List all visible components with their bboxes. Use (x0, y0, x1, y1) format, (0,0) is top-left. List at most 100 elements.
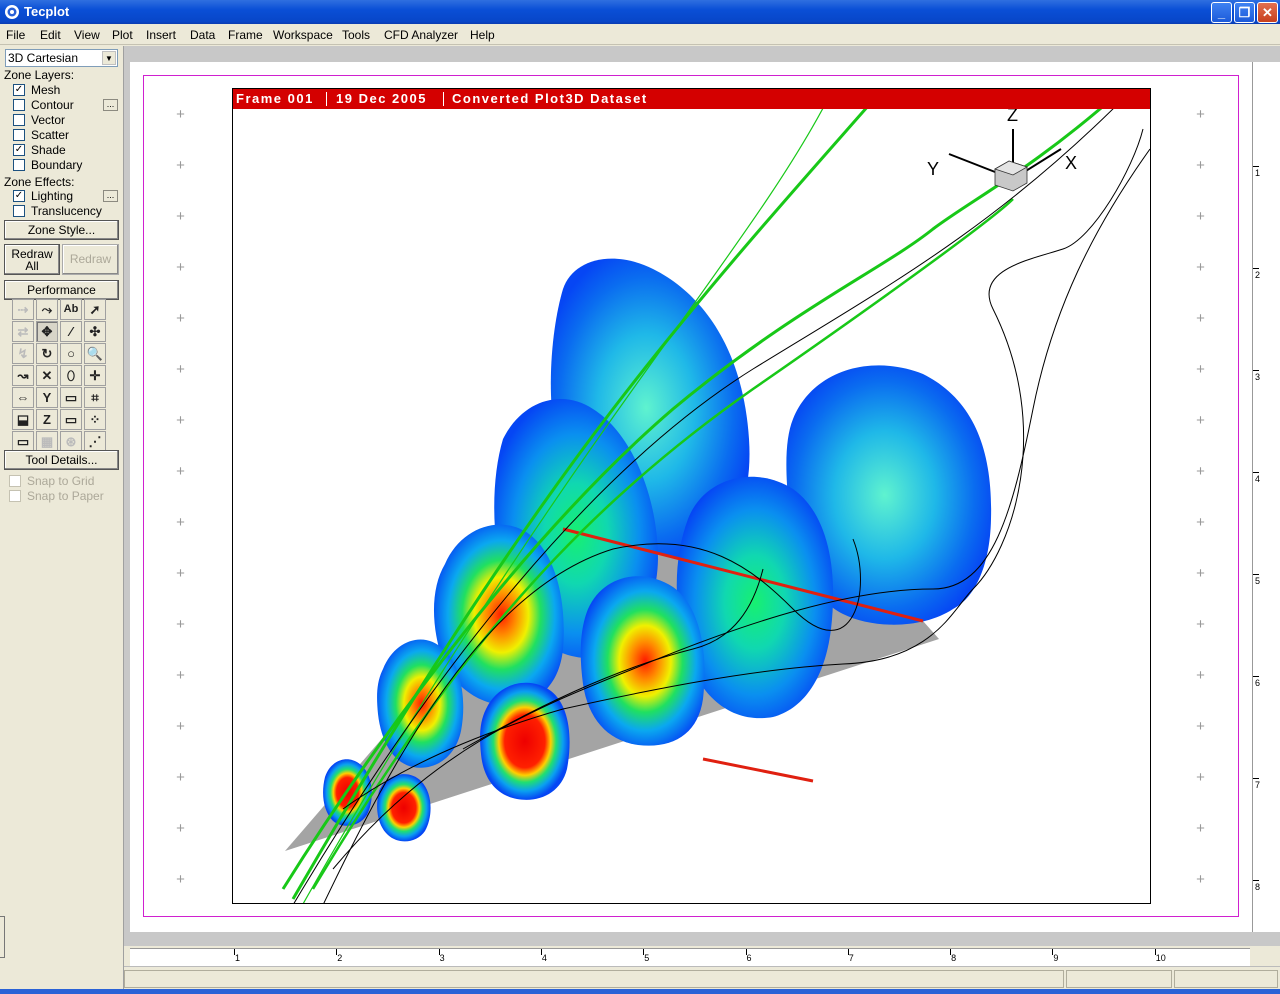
tool-21-icon[interactable]: Z (36, 409, 58, 430)
performance-button[interactable]: Performance (4, 280, 119, 300)
grid-marker: + (1196, 157, 1205, 174)
menu-file[interactable]: File (6, 28, 25, 42)
menu-plot[interactable]: Plot (112, 28, 133, 42)
vector-checkbox[interactable] (13, 114, 25, 126)
grid-marker: + (176, 820, 185, 837)
menu-workspace[interactable]: Workspace (273, 28, 333, 42)
menu-help[interactable]: Help (470, 28, 495, 42)
ruler-tick (1253, 778, 1259, 779)
ruler-tick (1253, 472, 1259, 473)
ruler-label: 10 (1155, 953, 1166, 963)
tool-0-icon[interactable]: ⇢ (12, 299, 34, 320)
boundary-checkbox[interactable] (13, 159, 25, 171)
tool-4-icon[interactable]: ⇄ (12, 321, 34, 342)
ruler-label: 3 (439, 953, 445, 963)
ruler-label: 9 (1053, 953, 1059, 963)
minimize-button[interactable]: _ (1211, 2, 1232, 23)
grid-marker: + (176, 259, 185, 276)
zone-layers-label: Zone Layers: (4, 68, 75, 82)
line-tool-icon[interactable]: ∕ (60, 321, 82, 342)
grid-marker: + (176, 616, 185, 633)
ruler-label: 2 (1255, 270, 1261, 280)
redraw-all-button[interactable]: Redraw All (4, 244, 60, 275)
scatter-checkbox[interactable] (13, 129, 25, 141)
tecplot-window: Tecplot _ ❐ ✕ File Edit View Plot Insert… (0, 0, 1280, 994)
menu-tools[interactable]: Tools (342, 28, 370, 42)
frame-name: Frame 001 (236, 91, 314, 106)
menu-data[interactable]: Data (190, 28, 215, 42)
grid-marker: + (1196, 208, 1205, 225)
chevron-down-icon[interactable]: ▼ (102, 51, 116, 65)
lighting-checkbox[interactable]: ✓ (13, 190, 25, 202)
selector-arrow-icon[interactable]: ➚ (84, 299, 106, 320)
status-bar (124, 966, 1280, 990)
ruler-label: 5 (1255, 576, 1261, 586)
contour-options-button[interactable]: ... (103, 99, 118, 111)
close-button[interactable]: ✕ (1257, 2, 1278, 23)
snap-paper-checkbox[interactable] (9, 490, 21, 502)
menu-view[interactable]: View (74, 28, 100, 42)
horizontal-ruler: 1 2 3 4 5 6 7 8 9 10 (130, 948, 1250, 966)
ruler-label: 3 (1255, 372, 1261, 382)
grid-marker: + (1196, 769, 1205, 786)
ruler-label: 6 (746, 953, 752, 963)
tecplot-app-icon (5, 5, 19, 19)
tool-20-icon[interactable]: ⬓ (12, 409, 34, 430)
rotate-tool-icon[interactable]: ✥ (36, 321, 58, 342)
tool-16-icon[interactable]: ⇔ (12, 387, 34, 408)
rectangle-tool-icon[interactable]: ▭ (60, 409, 82, 430)
maximize-button[interactable]: ❐ (1234, 2, 1255, 23)
probe-tool-icon[interactable]: ✣ (84, 321, 106, 342)
plot-type-select[interactable]: 3D Cartesian ▼ (5, 49, 118, 67)
tool-details-button[interactable]: Tool Details... (4, 450, 119, 470)
grid-marker: + (1196, 820, 1205, 837)
translate-icon[interactable]: ✛ (84, 365, 106, 386)
frame-tool-icon[interactable]: ▭ (12, 431, 34, 452)
frame-header: Frame 001 19 Dec 2005 Converted Plot3D D… (233, 89, 1150, 109)
ruler-tick (1253, 574, 1259, 575)
snap-grid-checkbox[interactable] (9, 475, 21, 487)
grid-marker: + (176, 565, 185, 582)
circle-tool-icon[interactable]: ○ (60, 343, 82, 364)
paper: + + + + + + + + + + + + + + + + + + + + + + + + + + + + + + + + Frame 0… (130, 62, 1254, 932)
zoom-icon[interactable]: 🔍 (84, 343, 106, 364)
grid-marker: + (1196, 412, 1205, 429)
plot-canvas[interactable]: Z Y X (233, 109, 1150, 904)
sidebar-collapse-handle[interactable] (0, 916, 5, 958)
menu-edit[interactable]: Edit (40, 28, 61, 42)
table-tool-icon[interactable]: ▦ (36, 431, 58, 452)
grid-marker: + (176, 157, 185, 174)
square-tool-icon[interactable]: ▭ (60, 387, 82, 408)
polar-tool-icon[interactable]: ⊛ (60, 431, 82, 452)
zone-style-button[interactable]: Zone Style... (4, 220, 119, 240)
grid-marker: + (176, 463, 185, 480)
tool-8-icon[interactable]: ↯ (12, 343, 34, 364)
shade-checkbox[interactable]: ✓ (13, 144, 25, 156)
frame-date: 19 Dec 2005 (336, 91, 427, 106)
redraw-button[interactable]: Redraw (62, 244, 119, 275)
tool-17-icon[interactable]: Y (36, 387, 58, 408)
workspace[interactable]: + + + + + + + + + + + + + + + + + + + + + + + + + + + + + + + + Frame 0… (124, 46, 1280, 946)
translucency-checkbox[interactable] (13, 205, 25, 217)
text-tool-icon[interactable]: Ab (60, 299, 82, 320)
ruler-label: 6 (1255, 678, 1261, 688)
mesh-checkbox[interactable]: ✓ (13, 84, 25, 96)
menu-insert[interactable]: Insert (146, 28, 176, 42)
grid-marker: + (1196, 259, 1205, 276)
scatter-tool-icon[interactable]: ⁘ (84, 409, 106, 430)
grid-marker: + (176, 667, 185, 684)
tool-13-icon[interactable]: ✕ (36, 365, 58, 386)
ellipse-tool-icon[interactable]: ⬯ (60, 365, 82, 386)
ruler-label: 4 (541, 953, 547, 963)
tool-1-icon[interactable]: ⤳ (36, 299, 58, 320)
menu-cfd-analyzer[interactable]: CFD Analyzer (384, 28, 458, 42)
polyline-tool-icon[interactable]: ⋰ (84, 431, 106, 452)
tool-12-icon[interactable]: ↝ (12, 365, 34, 386)
grid-marker: + (1196, 667, 1205, 684)
grid-tool-icon[interactable]: ⌗ (84, 387, 106, 408)
rotate-cw-icon[interactable]: ↻ (36, 343, 58, 364)
menu-frame[interactable]: Frame (228, 28, 263, 42)
contour-checkbox[interactable] (13, 99, 25, 111)
lighting-options-button[interactable]: ... (103, 190, 118, 202)
plot-frame[interactable]: Frame 001 19 Dec 2005 Converted Plot3D D… (232, 88, 1151, 904)
